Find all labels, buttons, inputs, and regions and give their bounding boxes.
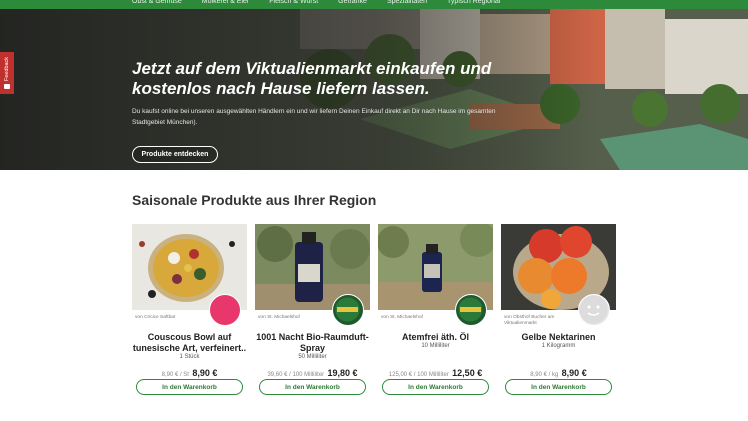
nav-item-fleisch-wurst[interactable]: Fleisch & Wurst bbox=[269, 0, 318, 5]
vendor-logo bbox=[455, 294, 487, 326]
product-card[interactable]: von Obsthof Bucher am Viktualienmarkt Ge… bbox=[501, 224, 616, 399]
product-vendor[interactable]: von St. Michaelshof bbox=[381, 315, 451, 321]
vendor-logo bbox=[578, 294, 610, 326]
product-card[interactable]: von Cricice Saftbar Couscous Bowl auf tu… bbox=[132, 224, 247, 399]
unit-price: 8,90 € / kg bbox=[530, 372, 559, 378]
product-price-line: 39,60 € / 100 Milliliter 19,80 € bbox=[255, 368, 370, 378]
section-title: Saisonale Produkte aus Ihrer Region bbox=[132, 192, 377, 208]
product-price: 8,90 € bbox=[192, 368, 218, 378]
add-to-cart-button[interactable]: In den Warenkorb bbox=[136, 379, 243, 395]
feedback-icon bbox=[4, 83, 10, 89]
category-nav: Obst & Gemüse Molkerei & Eier Fleisch & … bbox=[0, 0, 748, 9]
product-name[interactable]: Gelbe Nektarinen bbox=[501, 332, 616, 343]
product-price: 19,80 € bbox=[327, 368, 358, 378]
nav-item-typisch-regional[interactable]: Typisch Regional bbox=[447, 0, 500, 5]
unit-price: 39,60 € / 100 Milliliter bbox=[267, 372, 325, 378]
product-grid: von Cricice Saftbar Couscous Bowl auf tu… bbox=[132, 224, 616, 404]
discover-products-button[interactable]: Produkte entdecken bbox=[132, 146, 218, 163]
nav-item-getraenke[interactable]: Getränke bbox=[338, 0, 367, 5]
add-to-cart-button[interactable]: In den Warenkorb bbox=[505, 379, 612, 395]
product-price: 12,50 € bbox=[452, 368, 483, 378]
product-price-line: 8,90 € / St 8,90 € bbox=[132, 368, 247, 378]
feedback-label: Feedback bbox=[4, 57, 10, 82]
product-price-line: 125,00 € / 100 Milliliter 12,50 € bbox=[378, 368, 493, 378]
nav-item-obst-gemuese[interactable]: Obst & Gemüse bbox=[132, 0, 182, 5]
hero-banner: Jetzt auf dem Viktualienmarkt einkaufen … bbox=[0, 9, 748, 170]
hero-title: Jetzt auf dem Viktualienmarkt einkaufen … bbox=[132, 59, 492, 98]
vendor-logo bbox=[332, 294, 364, 326]
product-name[interactable]: Couscous Bowl auf tunesische Art, verfei… bbox=[132, 332, 247, 354]
product-card[interactable]: von St. Michaelshof 1001 Nacht Bio-Raumd… bbox=[255, 224, 370, 399]
add-to-cart-button[interactable]: In den Warenkorb bbox=[382, 379, 489, 395]
product-price: 8,90 € bbox=[561, 368, 587, 378]
product-quantity: 50 Milliliter bbox=[298, 354, 327, 360]
vendor-seal-icon bbox=[458, 297, 483, 322]
product-quantity: 1 Kilogramm bbox=[541, 343, 576, 349]
vendor-logo bbox=[209, 294, 241, 326]
feedback-tab[interactable]: Feedback bbox=[0, 52, 14, 94]
vendor-seal-icon bbox=[335, 297, 360, 322]
add-to-cart-button[interactable]: In den Warenkorb bbox=[259, 379, 366, 395]
product-card[interactable]: von St. Michaelshof Atemfrei äth. Öl 10 … bbox=[378, 224, 493, 399]
nav-item-molkerei-eier[interactable]: Molkerei & Eier bbox=[202, 0, 249, 5]
product-vendor[interactable]: von Obsthof Bucher am Viktualienmarkt bbox=[504, 315, 574, 327]
product-quantity: 10 Milliliter bbox=[421, 343, 450, 349]
unit-price: 125,00 € / 100 Milliliter bbox=[388, 372, 449, 378]
hero-text: Du kaufst online bei unseren ausgewählte… bbox=[132, 108, 496, 126]
nav-item-spezialitaeten[interactable]: Spezialitäten bbox=[387, 0, 427, 5]
product-vendor[interactable]: von St. Michaelshof bbox=[258, 315, 328, 321]
product-quantity: 1 Stück bbox=[179, 354, 200, 360]
unit-price: 8,90 € / St bbox=[161, 372, 189, 378]
product-name[interactable]: 1001 Nacht Bio-Raumduft-Spray bbox=[255, 332, 370, 354]
product-vendor[interactable]: von Cricice Saftbar bbox=[135, 315, 205, 321]
product-name[interactable]: Atemfrei äth. Öl bbox=[378, 332, 493, 343]
product-price-line: 8,90 € / kg 8,90 € bbox=[501, 368, 616, 378]
vendor-placeholder-avatar-icon bbox=[579, 295, 608, 324]
